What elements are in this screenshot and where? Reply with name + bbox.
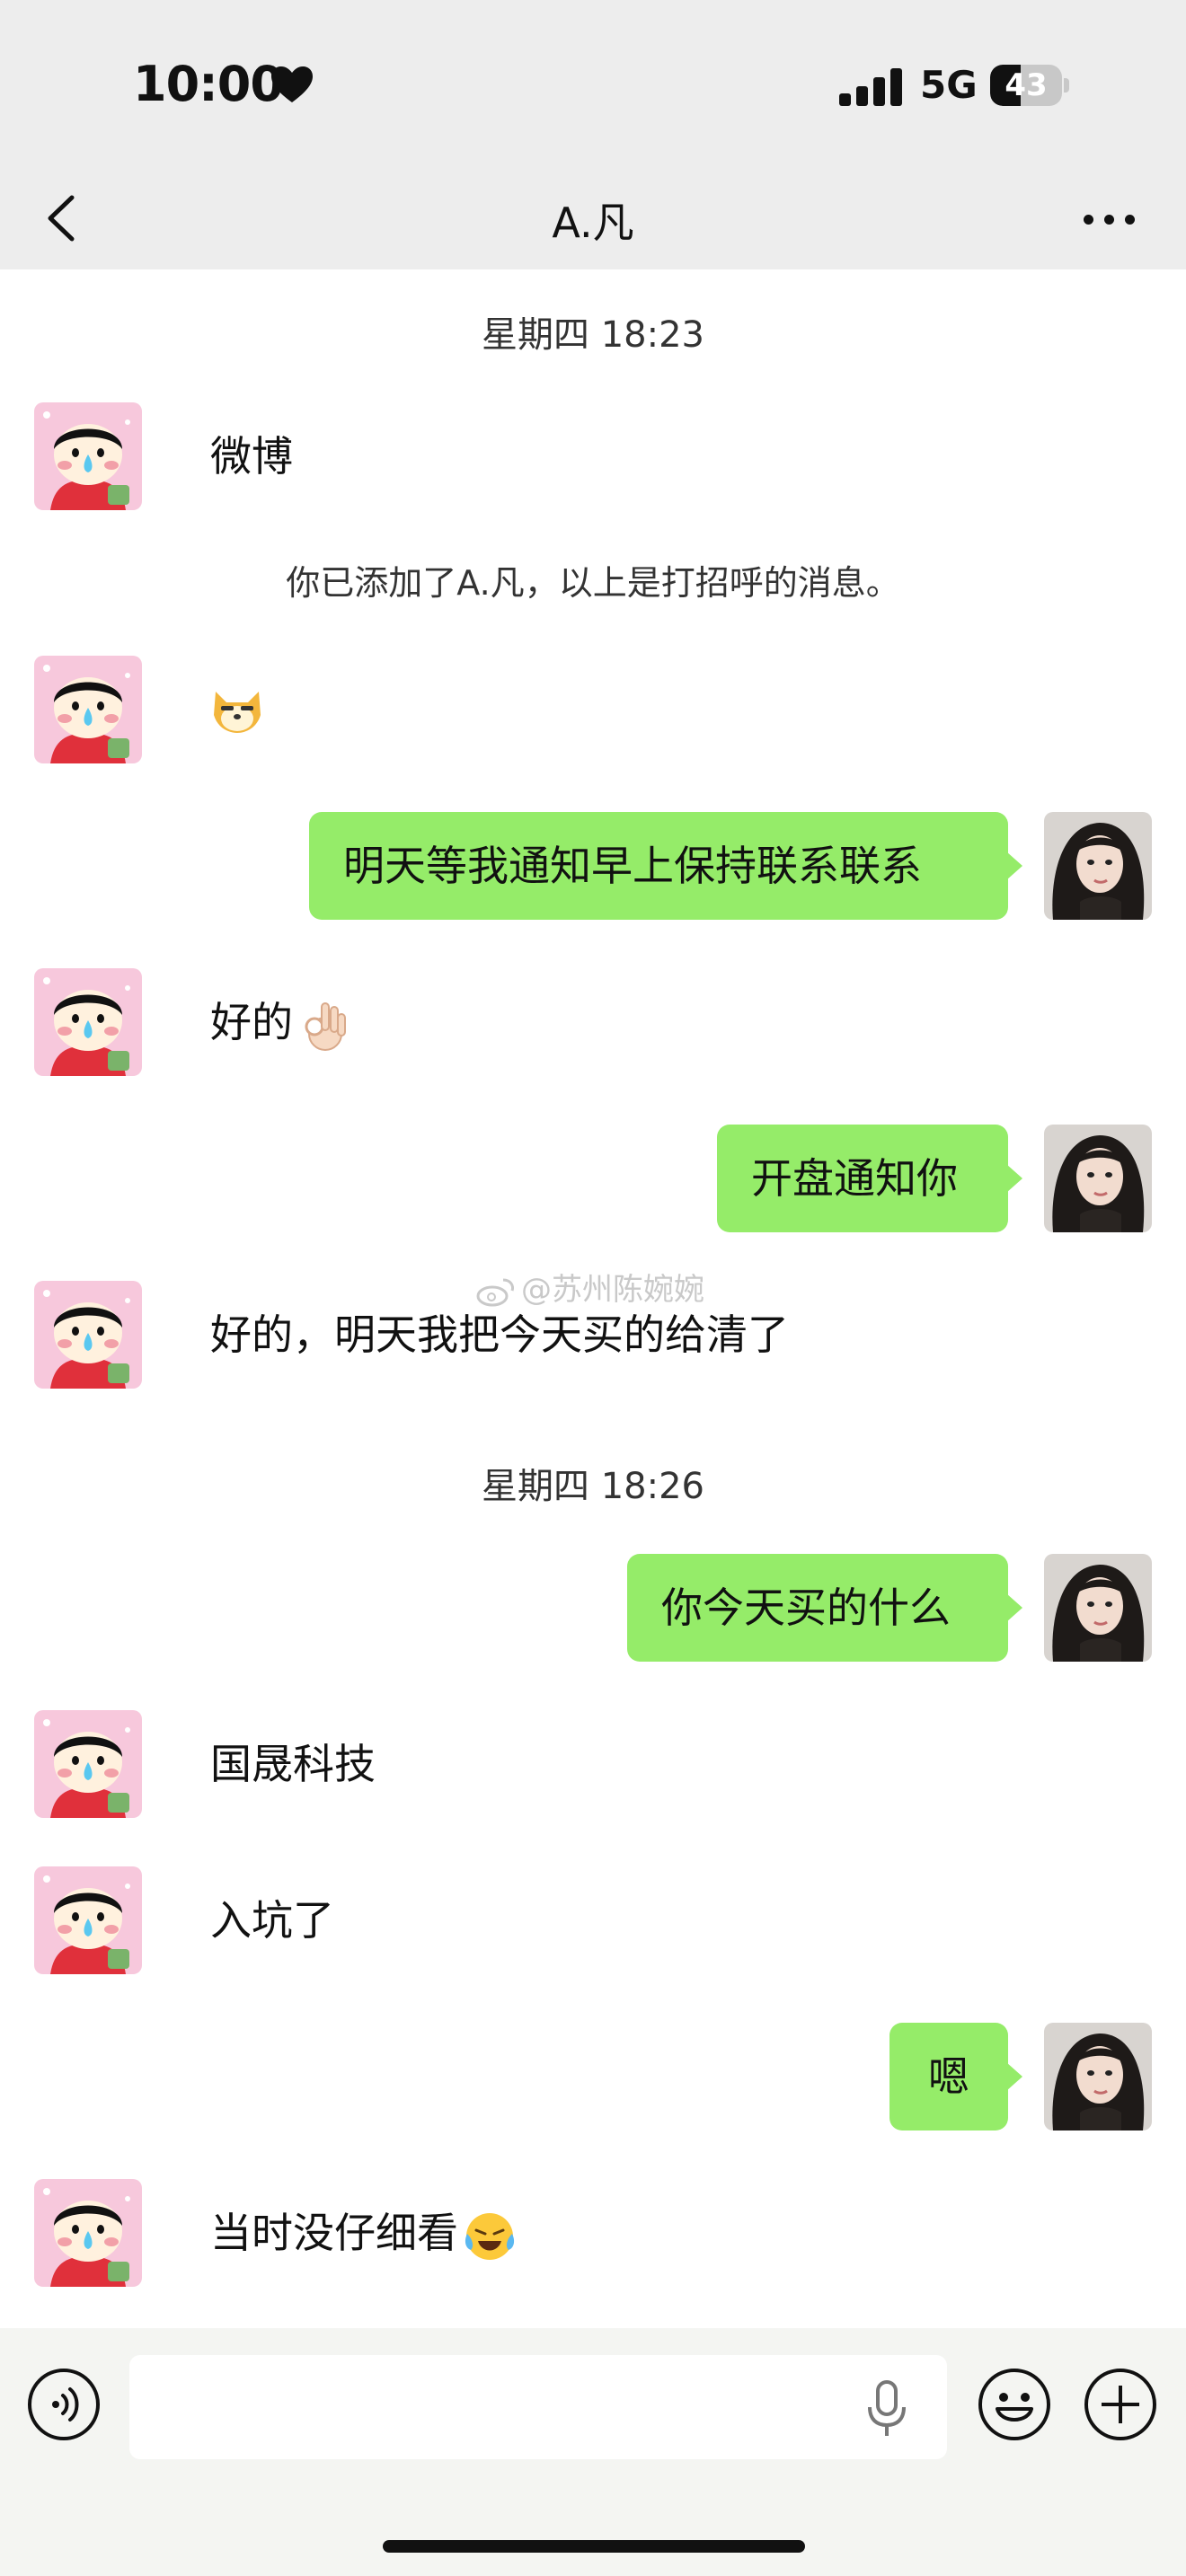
doge-emoji [214,692,261,733]
message-input[interactable] [129,2355,947,2459]
contact-avatar[interactable] [34,402,142,510]
watermark-text: @苏州陈婉婉 [521,1272,704,1308]
message-list[interactable]: 星期四 18:23 微博 你已添加了A.凡，以上是打招呼的消息。 明天等我通知早… [0,269,1186,2328]
message-bubble-outgoing[interactable]: 明天等我通知早上保持联系联系 [309,812,1022,920]
message-bubble-incoming[interactable]: 当时没仔细看 [176,2179,550,2287]
chat-header: A.凡 [0,171,1186,269]
crying-laugh-emoji [465,2212,515,2260]
add-icon[interactable] [1084,2368,1157,2441]
voice-icon[interactable] [27,2368,101,2441]
signal-icon [839,66,904,106]
contact-avatar[interactable] [34,1866,142,1974]
battery-icon: 43 [990,65,1069,106]
battery-level: 43 [1005,67,1048,103]
emoji-icon[interactable] [978,2368,1051,2441]
contact-avatar[interactable] [34,1710,142,1818]
user-avatar[interactable] [1044,1125,1152,1232]
message-bubble-incoming[interactable]: 微博 [176,402,327,510]
message-bubble-outgoing[interactable]: 开盘通知你 [717,1125,1022,1232]
message-bubble-outgoing[interactable]: 嗯 [890,2023,1022,2130]
status-bar: 10:00 5G 43 [0,0,1186,171]
user-avatar[interactable] [1044,1554,1152,1662]
network-type: 5G [920,63,978,107]
message-bubble-incoming[interactable] [176,656,298,763]
message-text: 好的 [210,998,293,1046]
chat-title: A.凡 [552,198,634,247]
home-indicator[interactable] [383,2540,805,2553]
user-avatar[interactable] [1044,812,1152,920]
message-bubble-outgoing[interactable]: 你今天买的什么 [627,1554,1022,1662]
message-bubble-incoming[interactable]: 国晟科技 [176,1710,410,1818]
back-icon[interactable] [36,187,90,250]
more-icon[interactable] [1078,202,1141,238]
ok-hand-emoji [305,1001,346,1051]
timestamp: 星期四 18:23 [482,314,704,356]
system-message: 你已添加了A.凡，以上是打招呼的消息。 [286,563,900,603]
contact-avatar[interactable] [34,968,142,1076]
heart-icon [271,66,313,102]
contact-avatar[interactable] [34,1281,142,1389]
weibo-icon [476,1278,514,1306]
mic-icon[interactable] [864,2380,909,2438]
input-bar [0,2328,1186,2576]
message-text: 当时没仔细看 [210,2209,458,2257]
contact-avatar[interactable] [34,656,142,763]
status-time: 10:00 [133,56,284,112]
watermark: @苏州陈婉婉 [476,1265,704,1309]
message-bubble-incoming[interactable]: 入坑了 [176,1866,368,1974]
timestamp: 星期四 18:26 [482,1466,704,1507]
contact-avatar[interactable] [34,2179,142,2287]
user-avatar[interactable] [1044,2023,1152,2130]
message-bubble-incoming[interactable]: 好的 [176,968,381,1076]
